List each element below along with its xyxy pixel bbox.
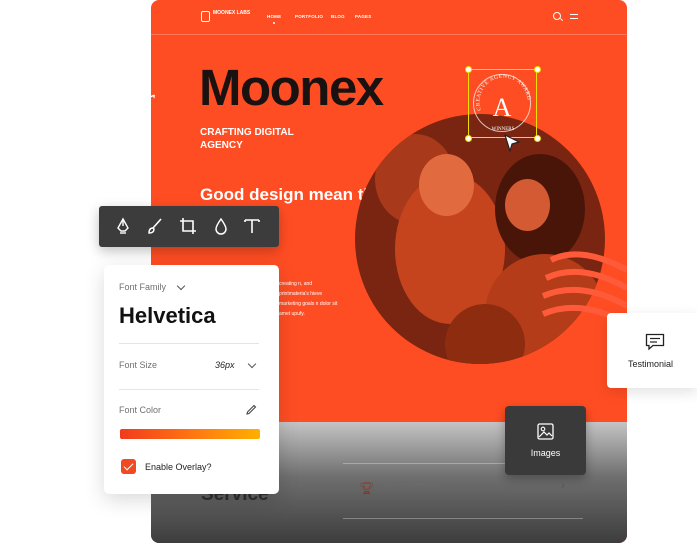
preview-navbar: MOONEX LABS HOME PORTFOLIO BLOG PAGES: [151, 0, 627, 35]
nav-pages[interactable]: PAGES: [355, 14, 371, 19]
font-family-value[interactable]: Helvetica: [119, 303, 216, 329]
resize-handle-bottom-right[interactable]: [534, 135, 541, 142]
enable-overlay-checkbox[interactable]: [121, 459, 136, 474]
hero-subtitle: CRAFTING DIGITAL AGENCY: [200, 127, 294, 151]
nav-home[interactable]: HOME: [267, 14, 281, 19]
font-color-label: Font Color: [119, 405, 162, 415]
divider: [119, 343, 259, 344]
eyedropper-icon[interactable]: [245, 404, 257, 416]
award-badge-selection[interactable]: A CREATIVE AGENCY AWARD WINNERS: [465, 66, 541, 142]
font-size-value[interactable]: 36px: [215, 360, 235, 370]
trophy-icon: 🏆︎: [359, 481, 375, 495]
logo-icon: [201, 11, 210, 22]
hero-body-copy: creating n, and printmateria's hieve mar…: [279, 281, 338, 317]
resize-handle-bottom-left[interactable]: [465, 135, 472, 142]
text-icon[interactable]: [242, 216, 262, 236]
testimonial-widget-label: Testimonial: [628, 359, 674, 369]
svg-text:CREATIVE AGENCY AWARD: CREATIVE AGENCY AWARD: [475, 74, 531, 112]
image-icon: [537, 423, 554, 440]
images-widget-button[interactable]: Images: [505, 406, 586, 475]
service-item-name: BRAND CONSULTANT: [385, 481, 439, 487]
speech-bubble-icon: [645, 333, 665, 351]
award-ring-text: CREATIVE AGENCY AWARD WINNERS: [475, 74, 531, 132]
divider: [119, 389, 259, 390]
resize-handle-top-left[interactable]: [465, 66, 472, 73]
nav-active-dot: [273, 22, 275, 24]
svg-text:WINNERS: WINNERS: [492, 127, 515, 132]
nav-blog[interactable]: BLOG: [331, 14, 345, 19]
chevron-right-icon[interactable]: ›: [561, 478, 565, 492]
service-item[interactable]: [343, 518, 583, 543]
logo-text: MOONEX LABS: [213, 10, 251, 16]
nav-portfolio[interactable]: PORTFOLIO: [295, 14, 323, 19]
pen-tool-icon[interactable]: [113, 216, 133, 236]
chevron-down-icon[interactable]: [247, 359, 257, 369]
drop-icon[interactable]: [211, 216, 231, 236]
cursor-arrow-icon: [504, 134, 520, 152]
enable-overlay-label: Enable Overlay?: [145, 462, 212, 472]
search-icon[interactable]: [553, 12, 561, 20]
font-family-label: Font Family: [119, 282, 167, 292]
menu-icon[interactable]: [570, 14, 578, 19]
font-color-gradient-swatch[interactable]: [120, 429, 260, 439]
chevron-down-icon[interactable]: [176, 281, 186, 291]
crop-icon[interactable]: [178, 216, 198, 236]
editing-toolbar: [99, 206, 279, 247]
testimonial-widget-button[interactable]: Testimonial: [607, 313, 697, 388]
hero-title: Moonex: [199, 59, 384, 116]
resize-handle-top-right[interactable]: [534, 66, 541, 73]
font-size-label: Font Size: [119, 360, 158, 370]
script-accent-text: or: [130, 84, 155, 115]
brush-icon[interactable]: [145, 216, 165, 236]
font-settings-panel: Font Family Helvetica Font Size 36px Fon…: [104, 265, 279, 494]
images-widget-label: Images: [530, 448, 561, 458]
